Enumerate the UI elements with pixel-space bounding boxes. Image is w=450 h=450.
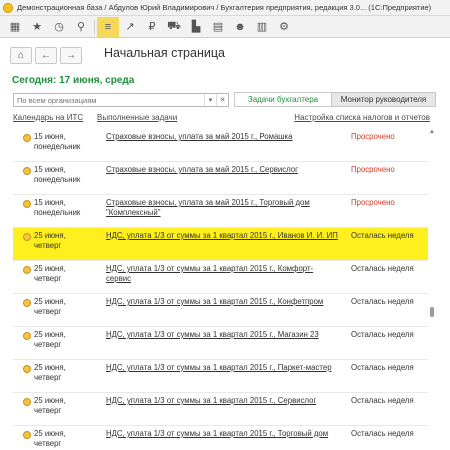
task-status-icon	[23, 200, 31, 208]
task-row[interactable]: 25 июня, четверг НДС, уплата 1/3 от сумм…	[13, 360, 428, 393]
window-title: Демонстрационная база / Абдулов Юрий Вла…	[17, 3, 432, 12]
task-row-selected[interactable]: 25 июня, четверг НДС, уплата 1/3 от сумм…	[13, 228, 428, 261]
task-row[interactable]: 25 июня, четверг НДС, уплата 1/3 от сумм…	[13, 327, 428, 360]
task-row[interactable]: 25 июня, четверг НДС, уплата 1/3 от сумм…	[13, 426, 428, 450]
task-link[interactable]: НДС, уплата 1/3 от суммы за 1 квартал 20…	[106, 297, 338, 307]
task-status: Осталась неделя	[351, 330, 414, 339]
home-icon[interactable]: ⌂	[10, 47, 32, 64]
task-date: 25 июня, четверг	[34, 231, 66, 250]
menu-icon[interactable]: ≡	[97, 16, 119, 37]
task-link[interactable]: Страховые взносы, уплата за май 2015 г.,…	[106, 165, 338, 175]
search-icon[interactable]: ⚲	[70, 17, 92, 37]
task-status: Просрочено	[351, 132, 395, 141]
task-list-scrollbar[interactable]: ▲	[429, 129, 435, 450]
scroll-up-icon[interactable]: ▲	[429, 129, 435, 135]
calendar-link[interactable]: Календарь на ИТС	[13, 113, 83, 122]
view-tabs: Задачи бухгалтера Монитор руководителя	[234, 92, 436, 107]
currency-icon[interactable]: ₽	[141, 17, 163, 37]
task-row[interactable]: 15 июня, понедельник Страховые взносы, у…	[13, 195, 428, 228]
window-titlebar: Демонстрационная база / Абдулов Юрий Вла…	[0, 0, 450, 16]
cart-icon[interactable]: ⛟	[163, 17, 185, 37]
home-page: ⌂ ← → Начальная страница Сегодня: 17 июн…	[0, 38, 450, 450]
history-icon[interactable]: ◷	[48, 17, 70, 37]
task-status: Осталась неделя	[351, 231, 414, 240]
back-arrow-icon[interactable]: ←	[35, 47, 57, 64]
task-status-icon	[23, 134, 31, 142]
main-toolbar: ▦ ★ ◷ ⚲ ≡ ↗ ₽ ⛟ ▙ ▤ ☻ ▥ ⚙	[0, 16, 450, 38]
task-status: Осталась неделя	[351, 264, 414, 273]
tab-accountant-tasks[interactable]: Задачи бухгалтера	[234, 92, 332, 107]
task-status-icon	[23, 167, 31, 175]
task-row[interactable]: 15 июня, понедельник Страховые взносы, у…	[13, 129, 428, 162]
task-row[interactable]: 25 июня, четверг НДС, уплата 1/3 от сумм…	[13, 393, 428, 426]
task-row[interactable]: 15 июня, понедельник Страховые взносы, у…	[13, 162, 428, 195]
task-status: Осталась неделя	[351, 363, 414, 372]
task-status-icon	[23, 398, 31, 406]
dropdown-icon[interactable]: ▾	[204, 94, 216, 106]
today-date: Сегодня: 17 июня, среда	[12, 75, 135, 86]
task-links: Календарь на ИТС Выполненные задачи Наст…	[13, 113, 430, 125]
task-status-icon	[23, 233, 31, 241]
task-status-icon	[23, 365, 31, 373]
task-status: Осталась неделя	[351, 297, 414, 306]
task-link[interactable]: НДС, уплата 1/3 от суммы за 1 квартал 20…	[106, 330, 338, 340]
task-date: 25 июня, четверг	[34, 330, 66, 349]
task-status-icon	[23, 332, 31, 340]
task-date: 25 июня, четверг	[34, 429, 66, 448]
chart-icon[interactable]: ↗	[119, 17, 141, 37]
task-date: 15 июня, понедельник	[34, 165, 81, 184]
organization-input[interactable]	[14, 95, 204, 105]
forward-arrow-icon[interactable]: →	[60, 47, 82, 64]
task-status: Просрочено	[351, 165, 395, 174]
navigation-buttons: ⌂ ← →	[10, 47, 85, 64]
report-icon[interactable]: ▥	[251, 17, 273, 37]
task-status: Осталась неделя	[351, 396, 414, 405]
task-link[interactable]: НДС, уплата 1/3 от суммы за 1 квартал 20…	[106, 264, 338, 284]
warehouse-icon[interactable]: ▤	[207, 17, 229, 37]
task-status-icon	[23, 431, 31, 439]
factory-icon[interactable]: ▙	[185, 17, 207, 37]
task-date: 15 июня, понедельник	[34, 198, 81, 217]
task-row[interactable]: 25 июня, четверг НДС, уплата 1/3 от сумм…	[13, 261, 428, 294]
task-list: 15 июня, понедельник Страховые взносы, у…	[13, 129, 428, 450]
scrollbar-thumb[interactable]	[430, 307, 434, 317]
task-date: 25 июня, четверг	[34, 363, 66, 382]
grid-icon[interactable]: ▦	[4, 17, 26, 37]
task-status-icon	[23, 299, 31, 307]
people-icon[interactable]: ☻	[229, 17, 251, 37]
task-date: 25 июня, четверг	[34, 396, 66, 415]
task-link[interactable]: Страховые взносы, уплата за май 2015 г.,…	[106, 132, 338, 142]
task-link[interactable]: НДС, уплата 1/3 от суммы за 1 квартал 20…	[106, 231, 338, 241]
clear-icon[interactable]: ✕	[216, 94, 228, 106]
task-link[interactable]: НДС, уплата 1/3 от суммы за 1 квартал 20…	[106, 396, 338, 406]
task-date: 25 июня, четверг	[34, 297, 66, 316]
app-logo-icon	[3, 2, 13, 13]
task-date: 25 июня, четверг	[34, 264, 66, 283]
gear-icon[interactable]: ⚙	[273, 17, 295, 37]
task-status: Просрочено	[351, 198, 395, 207]
task-link[interactable]: НДС, уплата 1/3 от суммы за 1 квартал 20…	[106, 363, 338, 373]
task-link[interactable]: НДС, уплата 1/3 от суммы за 1 квартал 20…	[106, 429, 338, 439]
task-row[interactable]: 25 июня, четверг НДС, уплата 1/3 от сумм…	[13, 294, 428, 327]
toolbar-divider	[94, 19, 95, 34]
task-status: Осталась неделя	[351, 429, 414, 438]
task-status-icon	[23, 266, 31, 274]
task-date: 15 июня, понедельник	[34, 132, 81, 151]
settings-link[interactable]: Настройка списка налогов и отчетов	[294, 113, 430, 122]
page-title: Начальная страница	[104, 46, 225, 60]
completed-tasks-link[interactable]: Выполненные задачи	[97, 113, 177, 122]
task-link[interactable]: Страховые взносы, уплата за май 2015 г.,…	[106, 198, 338, 218]
star-icon[interactable]: ★	[26, 17, 48, 37]
tab-manager-monitor[interactable]: Монитор руководителя	[332, 92, 436, 107]
organization-select[interactable]: ▾ ✕	[13, 93, 229, 107]
